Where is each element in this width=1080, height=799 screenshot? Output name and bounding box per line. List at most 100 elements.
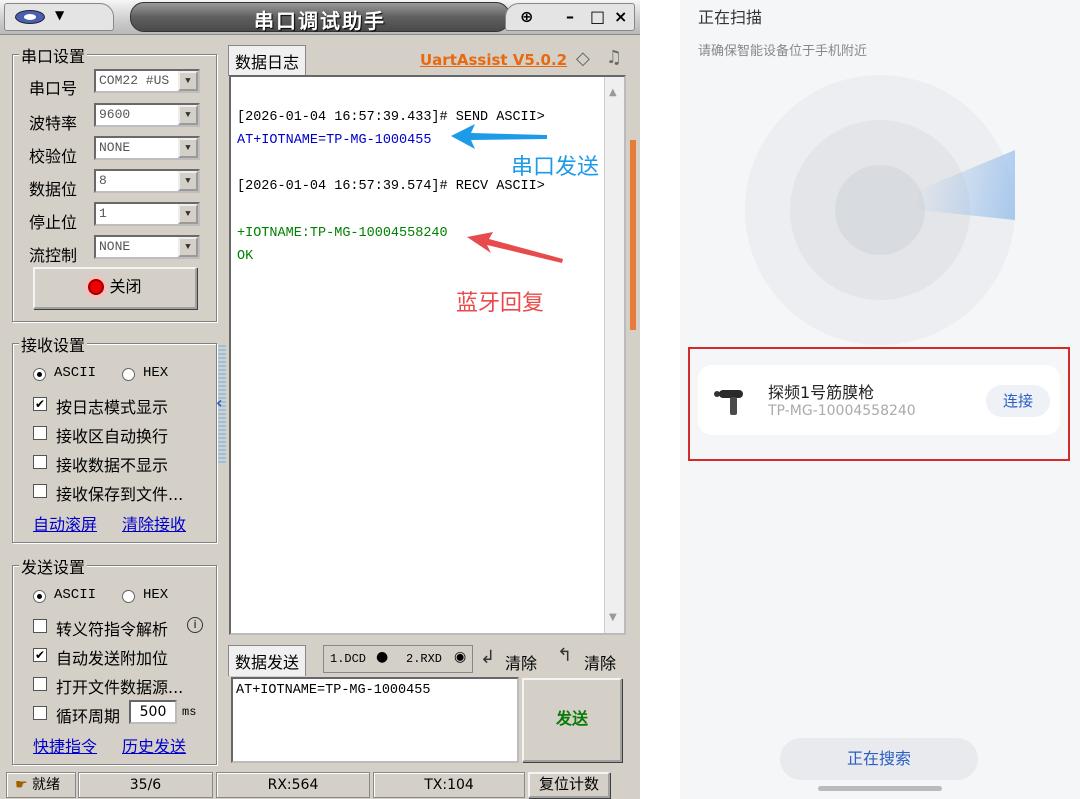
chevron-down-icon: ▼: [178, 237, 198, 257]
maximize-button[interactable]: □: [590, 7, 605, 26]
send-button[interactable]: 发送: [522, 678, 622, 762]
home-indicator[interactable]: [818, 786, 942, 791]
status-rx: RX:564: [216, 772, 370, 798]
rxd-label: 2.RXD: [406, 652, 443, 666]
tab-data-send[interactable]: 数据发送: [228, 645, 307, 676]
status-ready: ☛ 就绪: [6, 772, 76, 798]
page-subtitle: 请确保智能设备位于手机附近: [698, 44, 868, 59]
file-source-label: 打开文件数据源...: [56, 678, 184, 697]
recv-log-mode-checkbox[interactable]: ✔: [33, 397, 47, 411]
send-hex-radio[interactable]: [122, 590, 135, 603]
baud-label: 波特率: [29, 114, 78, 133]
recv-save-file-label: 接收保存到文件...: [56, 485, 184, 504]
parity-label: 校验位: [29, 147, 78, 166]
hand-icon: ☛: [15, 777, 28, 793]
device-name: 探频1号筋膜枪: [768, 383, 875, 402]
device-id: TP-MG-10004558240: [768, 403, 916, 419]
chevron-down-icon: ▼: [178, 138, 198, 158]
page-title: 正在扫描: [698, 8, 763, 27]
log-scrollbar[interactable]: ▲ ▼: [604, 77, 624, 633]
port-label: 串口号: [29, 79, 78, 98]
flow-select[interactable]: NONE ▼: [94, 235, 200, 259]
shortcut-link[interactable]: 快捷指令: [33, 733, 97, 757]
file-source-checkbox[interactable]: [33, 677, 47, 691]
recv-log-mode-label: 按日志模式显示: [56, 398, 169, 417]
window-controls: ⊕ – □ ×: [505, 3, 635, 31]
close-port-button[interactable]: 关闭: [33, 267, 197, 309]
connect-button[interactable]: 连接: [986, 385, 1050, 417]
send-input[interactable]: AT+IOTNAME=TP-MG-1000455: [231, 677, 519, 763]
searching-button[interactable]: 正在搜索: [780, 738, 978, 780]
info-icon[interactable]: i: [187, 617, 203, 633]
scroll-up-icon[interactable]: ▲: [609, 87, 617, 98]
log-line: OK: [237, 249, 254, 264]
auto-append-checkbox[interactable]: ✔: [33, 648, 47, 662]
port-select[interactable]: COM22 #US ▼: [94, 69, 200, 93]
status-ready-text: 就绪: [32, 777, 61, 793]
recv-ascii-label: ASCII: [54, 365, 97, 381]
serial-assistant-window: ▼ 串口调试助手 ⊕ – □ × 串口设置 串口号 COM22 #US ▼ 波特率…: [0, 0, 640, 799]
group-title: 接收设置: [19, 332, 88, 356]
clear-recv-icon[interactable]: ↰: [557, 645, 572, 666]
stopbits-select[interactable]: 1 ▼: [94, 202, 200, 226]
tab-data-log[interactable]: 数据日志: [228, 45, 307, 76]
chevron-down-icon: ▼: [178, 105, 198, 125]
period-input[interactable]: 500: [129, 700, 177, 724]
diamond-icon[interactable]: ◇: [576, 48, 590, 69]
chevron-down-icon: ▼: [55, 8, 65, 22]
recv-hide-checkbox[interactable]: [33, 455, 47, 469]
close-window-button[interactable]: ×: [614, 7, 627, 26]
orange-indicator: [630, 140, 636, 330]
pin-icon[interactable]: ⊕: [520, 7, 533, 26]
app-menu-button[interactable]: ▼: [4, 3, 114, 31]
minimize-button[interactable]: –: [566, 7, 574, 26]
reset-count-button[interactable]: 复位计数: [528, 772, 610, 798]
log-line: +IOTNAME:TP-MG-10004558240: [237, 226, 448, 241]
device-card[interactable]: 探频1号筋膜枪 TP-MG-10004558240 连接: [698, 365, 1060, 435]
databits-label: 数据位: [29, 180, 78, 199]
baud-select[interactable]: 9600 ▼: [94, 103, 200, 127]
send-hex-label: HEX: [143, 587, 169, 603]
loop-period-checkbox[interactable]: [33, 706, 47, 720]
annotation-send: 串口发送: [511, 155, 600, 180]
clear-receive-link[interactable]: 清除接收: [122, 511, 186, 535]
clear-send-button[interactable]: 清除: [505, 650, 537, 674]
chevron-down-icon: ▼: [178, 71, 198, 91]
escape-parse-checkbox[interactable]: [33, 619, 47, 633]
loop-period-label: 循环周期: [56, 707, 121, 726]
send-ascii-radio[interactable]: [33, 590, 46, 603]
clear-send-icon[interactable]: ↲: [480, 647, 495, 668]
bell-icon[interactable]: ♫: [606, 47, 622, 68]
auto-scroll-link[interactable]: 自动滚屏: [33, 511, 97, 535]
group-title: 发送设置: [19, 554, 88, 578]
flow-label: 流控制: [29, 246, 78, 265]
escape-parse-label: 转义符指令解析: [56, 620, 169, 639]
status-led-icon: [88, 279, 105, 295]
recv-save-file-checkbox[interactable]: [33, 484, 47, 498]
recv-arrow-icon: [467, 232, 563, 263]
status-count: 35/6: [78, 772, 213, 798]
clear-recv-button[interactable]: 清除: [584, 650, 616, 674]
history-link[interactable]: 历史发送: [122, 733, 186, 757]
status-tx: TX:104: [373, 772, 525, 798]
recv-autowrap-checkbox[interactable]: [33, 426, 47, 440]
log-line: AT+IOTNAME=TP-MG-1000455: [237, 133, 432, 148]
phone-scan-screen: 正在扫描 请确保智能设备位于手机附近 探频1号筋膜枪 TP-MG-1000455…: [680, 0, 1080, 799]
parity-select[interactable]: NONE ▼: [94, 136, 200, 160]
dcd-label: 1.DCD: [330, 652, 367, 666]
stopbits-label: 停止位: [29, 213, 78, 232]
send-ascii-label: ASCII: [54, 587, 97, 603]
app-logo-icon: [15, 10, 45, 24]
scroll-down-icon[interactable]: ▼: [609, 612, 617, 623]
dcd-led-icon: ●: [376, 649, 389, 665]
receive-log-area[interactable]: [2026-01-04 16:57:39.433]# SEND ASCII> A…: [229, 75, 626, 635]
recv-hex-radio[interactable]: [122, 368, 135, 381]
line-status: 1.DCD ● 2.RXD ◉: [323, 645, 473, 673]
recv-ascii-radio[interactable]: [33, 368, 46, 381]
recv-hex-label: HEX: [143, 365, 169, 381]
brand-link[interactable]: UartAssist V5.0.2: [420, 51, 567, 69]
collapse-left-icon[interactable]: ‹: [216, 393, 223, 412]
auto-append-label: 自动发送附加位: [56, 649, 169, 668]
databits-select[interactable]: 8 ▼: [94, 169, 200, 193]
title-plate: 串口调试助手: [130, 2, 510, 33]
